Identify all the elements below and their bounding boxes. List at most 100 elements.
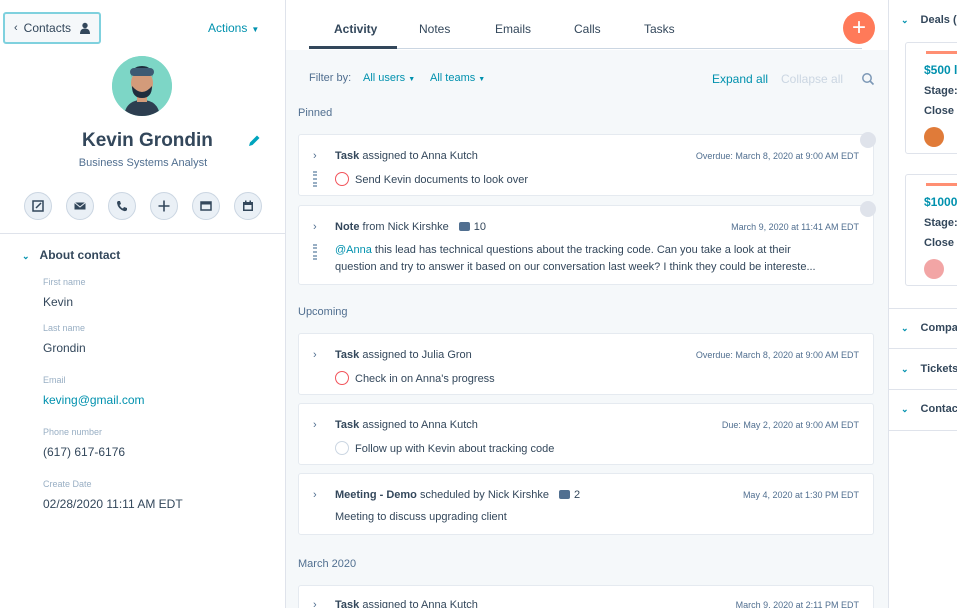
contacts-section-toggle[interactable]: ⌄ Contac — [901, 403, 957, 415]
task-checkbox[interactable] — [335, 172, 349, 186]
chevron-down-icon: ⌄ — [901, 404, 909, 414]
expand-all-link[interactable]: Expand all — [712, 72, 768, 86]
chevron-right-icon[interactable]: › — [313, 150, 317, 162]
filter-users-dropdown[interactable]: All users ▼ — [363, 72, 415, 84]
deal-card[interactable]: $1000 Stage: Close — [905, 174, 957, 286]
activity-card[interactable]: › Task assigned to Anna Kutch Due: May 2… — [298, 403, 874, 465]
divider — [889, 308, 957, 309]
pin-icon[interactable] — [860, 132, 876, 148]
activity-card[interactable]: › Task assigned to Julia Gron Overdue: M… — [298, 333, 874, 395]
log-activity-button[interactable] — [192, 192, 220, 220]
activity-card[interactable]: › Task assigned to Anna Kutch March 9, 2… — [298, 585, 874, 608]
tab-emails[interactable]: Emails — [495, 22, 531, 36]
tab-activity[interactable]: Activity — [334, 22, 377, 36]
chevron-down-icon: ⌄ — [901, 323, 909, 333]
section-pinned: Pinned — [298, 107, 333, 119]
phone-icon — [117, 201, 127, 212]
task-checkbox[interactable] — [335, 371, 349, 385]
drag-handle[interactable] — [313, 244, 317, 260]
tickets-section-toggle[interactable]: ⌄ Tickets — [901, 363, 957, 375]
first-name-property[interactable]: First name Kevin — [43, 277, 86, 309]
divider — [889, 348, 957, 349]
pencil-icon[interactable] — [246, 133, 262, 149]
chevron-right-icon[interactable]: › — [313, 221, 317, 233]
chevron-down-icon: ⌄ — [901, 364, 909, 374]
deal-stage: Stage: — [924, 217, 957, 229]
quick-actions — [24, 192, 262, 220]
email-property[interactable]: Email keving@gmail.com — [43, 375, 145, 407]
note-body: @Anna this lead has technical questions … — [335, 244, 816, 273]
search-icon[interactable] — [861, 72, 875, 86]
caret-down-icon: ▼ — [408, 76, 416, 83]
deal-stage: Stage: — [924, 85, 957, 97]
activity-header: Meeting - Demo scheduled by Nick Kirshke… — [335, 489, 581, 501]
deal-amount[interactable]: $1000 — [924, 195, 957, 209]
comment-count: 10 — [473, 221, 486, 233]
tab-tasks[interactable]: Tasks — [644, 22, 675, 36]
activity-date: March 9, 2020 at 2:11 PM EDT — [735, 600, 859, 608]
caret-down-icon: ▼ — [251, 25, 260, 34]
chevron-right-icon[interactable]: › — [313, 419, 317, 431]
meeting-body: Meeting to discuss upgrading client — [335, 511, 507, 523]
tab-notes[interactable]: Notes — [419, 22, 450, 36]
avatar — [112, 56, 172, 116]
property-value: Kevin — [43, 295, 74, 309]
companies-section-toggle[interactable]: ⌄ Compa — [901, 322, 957, 334]
chevron-right-icon[interactable]: › — [313, 489, 317, 501]
collapse-all-link[interactable]: Collapse all — [781, 72, 843, 86]
chevron-left-icon: ‹ — [14, 22, 18, 34]
calendar-icon — [243, 200, 253, 211]
contact-name: Kevin Grondin — [82, 130, 213, 151]
task-row: Follow up with Kevin about tracking code — [335, 441, 554, 455]
deal-close-date: Close — [924, 237, 954, 249]
email-button[interactable] — [66, 192, 94, 220]
back-to-contacts-button[interactable]: ‹ Contacts — [3, 12, 101, 44]
deal-owner-avatar — [924, 259, 944, 279]
meeting-button[interactable] — [234, 192, 262, 220]
activity-header: Note from Nick Kirshke 10 — [335, 221, 486, 233]
contact-sidebar: ‹ Contacts Actions ▼ Kevin Grondin Busine… — [0, 0, 286, 608]
activity-header: Task assigned to Julia Gron — [335, 349, 472, 361]
last-name-property[interactable]: Last name Grondin — [43, 323, 86, 355]
phone-property[interactable]: Phone number (617) 617-6176 — [43, 427, 125, 459]
property-label: Email — [43, 375, 66, 385]
note-icon — [32, 200, 44, 212]
filter-teams-dropdown[interactable]: All teams ▼ — [430, 72, 485, 84]
chevron-down-icon: ⌄ — [901, 15, 909, 25]
activity-date: May 4, 2020 at 1:30 PM EDT — [742, 490, 859, 500]
deal-card[interactable]: $500 l Stage: Close — [905, 42, 957, 154]
activity-card[interactable]: › Note from Nick Kirshke 10 March 9, 2020… — [298, 205, 874, 285]
call-button[interactable] — [108, 192, 136, 220]
plus-icon — [158, 200, 170, 212]
chevron-right-icon[interactable]: › — [313, 599, 317, 608]
property-label: Create Date — [43, 479, 92, 489]
comment-count: 2 — [573, 489, 581, 501]
active-tab-indicator — [309, 46, 397, 49]
task-checkbox[interactable] — [335, 441, 349, 455]
section-march-2020: March 2020 — [298, 558, 357, 570]
chevron-right-icon[interactable]: › — [313, 349, 317, 361]
mention-link[interactable]: @Anna — [335, 244, 372, 256]
drag-handle[interactable] — [313, 171, 317, 187]
activity-date: Due: May 2, 2020 at 9:00 AM EDT — [721, 420, 859, 430]
deals-section-toggle[interactable]: ⌄ Deals ( — [901, 14, 957, 26]
comment-icon — [458, 222, 470, 231]
create-note-button[interactable] — [24, 192, 52, 220]
actions-dropdown[interactable]: Actions ▼ — [208, 21, 259, 35]
activity-date: Overdue: March 8, 2020 at 9:00 AM EDT — [695, 151, 859, 161]
add-button[interactable] — [150, 192, 178, 220]
add-activity-button[interactable]: + — [843, 12, 875, 44]
envelope-icon — [74, 202, 86, 210]
tab-calls[interactable]: Calls — [574, 22, 601, 36]
create-date-property[interactable]: Create Date 02/28/2020 11:11 AM EDT — [43, 479, 183, 511]
divider — [889, 430, 957, 431]
pin-icon[interactable] — [860, 201, 876, 217]
activity-date: Overdue: March 8, 2020 at 9:00 AM EDT — [695, 350, 859, 360]
activity-card[interactable]: › Task assigned to Anna Kutch Overdue: M… — [298, 134, 874, 196]
caret-down-icon: ▼ — [478, 76, 486, 83]
deal-amount[interactable]: $500 l — [924, 63, 957, 77]
email-link[interactable]: keving@gmail.com — [43, 393, 145, 407]
about-contact-toggle[interactable]: ⌄ About contact — [22, 248, 120, 262]
person-icon — [80, 22, 91, 34]
activity-card[interactable]: › Meeting - Demo scheduled by Nick Kirsh… — [298, 473, 874, 535]
